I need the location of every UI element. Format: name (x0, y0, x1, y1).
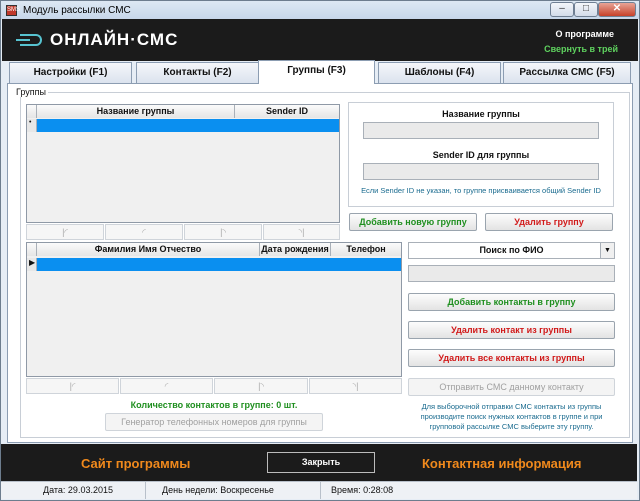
maximize-button[interactable]: □ (574, 2, 598, 17)
column-header-group-name[interactable]: Название группы (37, 105, 235, 118)
contacts-last-button[interactable]: ◝| (309, 378, 402, 394)
row-indicator-icon: • (27, 119, 37, 132)
sender-id-note: Если Sender ID не указан, то группе прис… (361, 186, 601, 195)
group-name-label: Название группы (442, 109, 520, 119)
search-input[interactable] (408, 265, 615, 282)
groups-legend: Группы (14, 87, 48, 97)
close-icon: ✕ (612, 3, 622, 14)
logo-icon (16, 34, 42, 46)
phone-generator-button[interactable]: Генератор телефонных номеров для группы (105, 413, 323, 431)
groups-next-button[interactable]: |◝ (184, 224, 262, 240)
contacts-prev-button[interactable]: ◜ (120, 378, 213, 394)
group-name-input[interactable] (363, 122, 599, 139)
sender-id-input[interactable] (363, 163, 599, 180)
table-corner (27, 105, 37, 118)
table-corner (27, 243, 37, 256)
status-bar: Дата: 29.03.2015 День недели: Воскресень… (1, 481, 637, 499)
contacts-table[interactable]: Фамилия Имя Отчество Дата рождения Телеф… (26, 242, 402, 377)
column-header-phone[interactable]: Телефон (331, 243, 401, 256)
tab-sms-sending[interactable]: Рассылка СМС (F5) (503, 62, 631, 83)
tab-settings[interactable]: Настройки (F1) (9, 62, 132, 83)
groups-table[interactable]: Название группы Sender ID • (26, 104, 340, 223)
tab-templates[interactable]: Шаблоны (F4) (378, 62, 501, 83)
row-pointer-icon: ▶ (27, 258, 37, 271)
contacts-count: Количество контактов в группе: 0 шт. (130, 400, 298, 410)
groups-prev-button[interactable]: ◜ (105, 224, 183, 240)
status-date: Дата: 29.03.2015 (1, 482, 146, 499)
selective-send-note: Для выборочной отправки СМС контакты из … (420, 402, 603, 431)
table-row[interactable] (37, 119, 339, 132)
send-sms-button[interactable]: Отправить СМС данному контакту (408, 378, 615, 396)
minimize-icon: – (559, 3, 565, 14)
close-button[interactable]: Закрыть (267, 452, 375, 473)
column-header-full-name[interactable]: Фамилия Имя Отчество (37, 243, 260, 256)
title-bar[interactable]: SMS Модуль рассылки СМС – □ ✕ (1, 1, 639, 19)
tab-groups[interactable]: Группы (F3) (258, 60, 375, 84)
table-row[interactable] (37, 258, 401, 271)
minimize-button[interactable]: – (550, 2, 574, 17)
add-contacts-button[interactable]: Добавить контакты в группу (408, 293, 615, 311)
status-time: Время: 0:28:08 (331, 485, 394, 495)
sender-id-label: Sender ID для группы (432, 150, 530, 160)
dropdown-arrow-icon: ▼ (600, 243, 614, 258)
column-header-sender-id[interactable]: Sender ID (235, 105, 339, 118)
tab-bar: Настройки (F1) Контакты (F2) Группы (F3)… (7, 60, 633, 84)
close-window-button[interactable]: ✕ (598, 2, 636, 17)
contact-info-link[interactable]: Контактная информация (422, 456, 581, 471)
about-link[interactable]: О программе (555, 29, 614, 39)
app-footer: Сайт программы Закрыть Контактная информ… (1, 444, 637, 481)
window-title: Модуль рассылки СМС (23, 4, 131, 16)
logo-text: ОНЛАЙН·СМС (50, 30, 179, 49)
contacts-first-button[interactable]: |◜ (26, 378, 119, 394)
status-weekday: День недели: Воскресенье (146, 482, 321, 499)
maximize-icon: □ (582, 3, 590, 14)
groups-last-button[interactable]: ◝| (263, 224, 340, 240)
contacts-next-button[interactable]: |◝ (214, 378, 308, 394)
add-group-button[interactable]: Добавить новую группу (349, 213, 477, 231)
website-link[interactable]: Сайт программы (81, 456, 190, 471)
minimize-to-tray-link[interactable]: Свернуть в трей (544, 44, 618, 54)
delete-group-button[interactable]: Удалить группу (485, 213, 613, 231)
app-header: ОНЛАЙН·СМС О программе Свернуть в трей (2, 19, 638, 61)
remove-contact-button[interactable]: Удалить контакт из группы (408, 321, 615, 339)
search-mode-select[interactable]: Поиск по ФИО ▼ (408, 242, 615, 259)
search-mode-value: Поиск по ФИО (479, 245, 544, 255)
tab-contacts[interactable]: Контакты (F2) (136, 62, 259, 83)
app-icon: SMS (6, 4, 20, 16)
groups-first-button[interactable]: |◜ (26, 224, 104, 240)
column-header-birth-date[interactable]: Дата рождения (260, 243, 331, 256)
remove-all-contacts-button[interactable]: Удалить все контакты из группы (408, 349, 615, 367)
